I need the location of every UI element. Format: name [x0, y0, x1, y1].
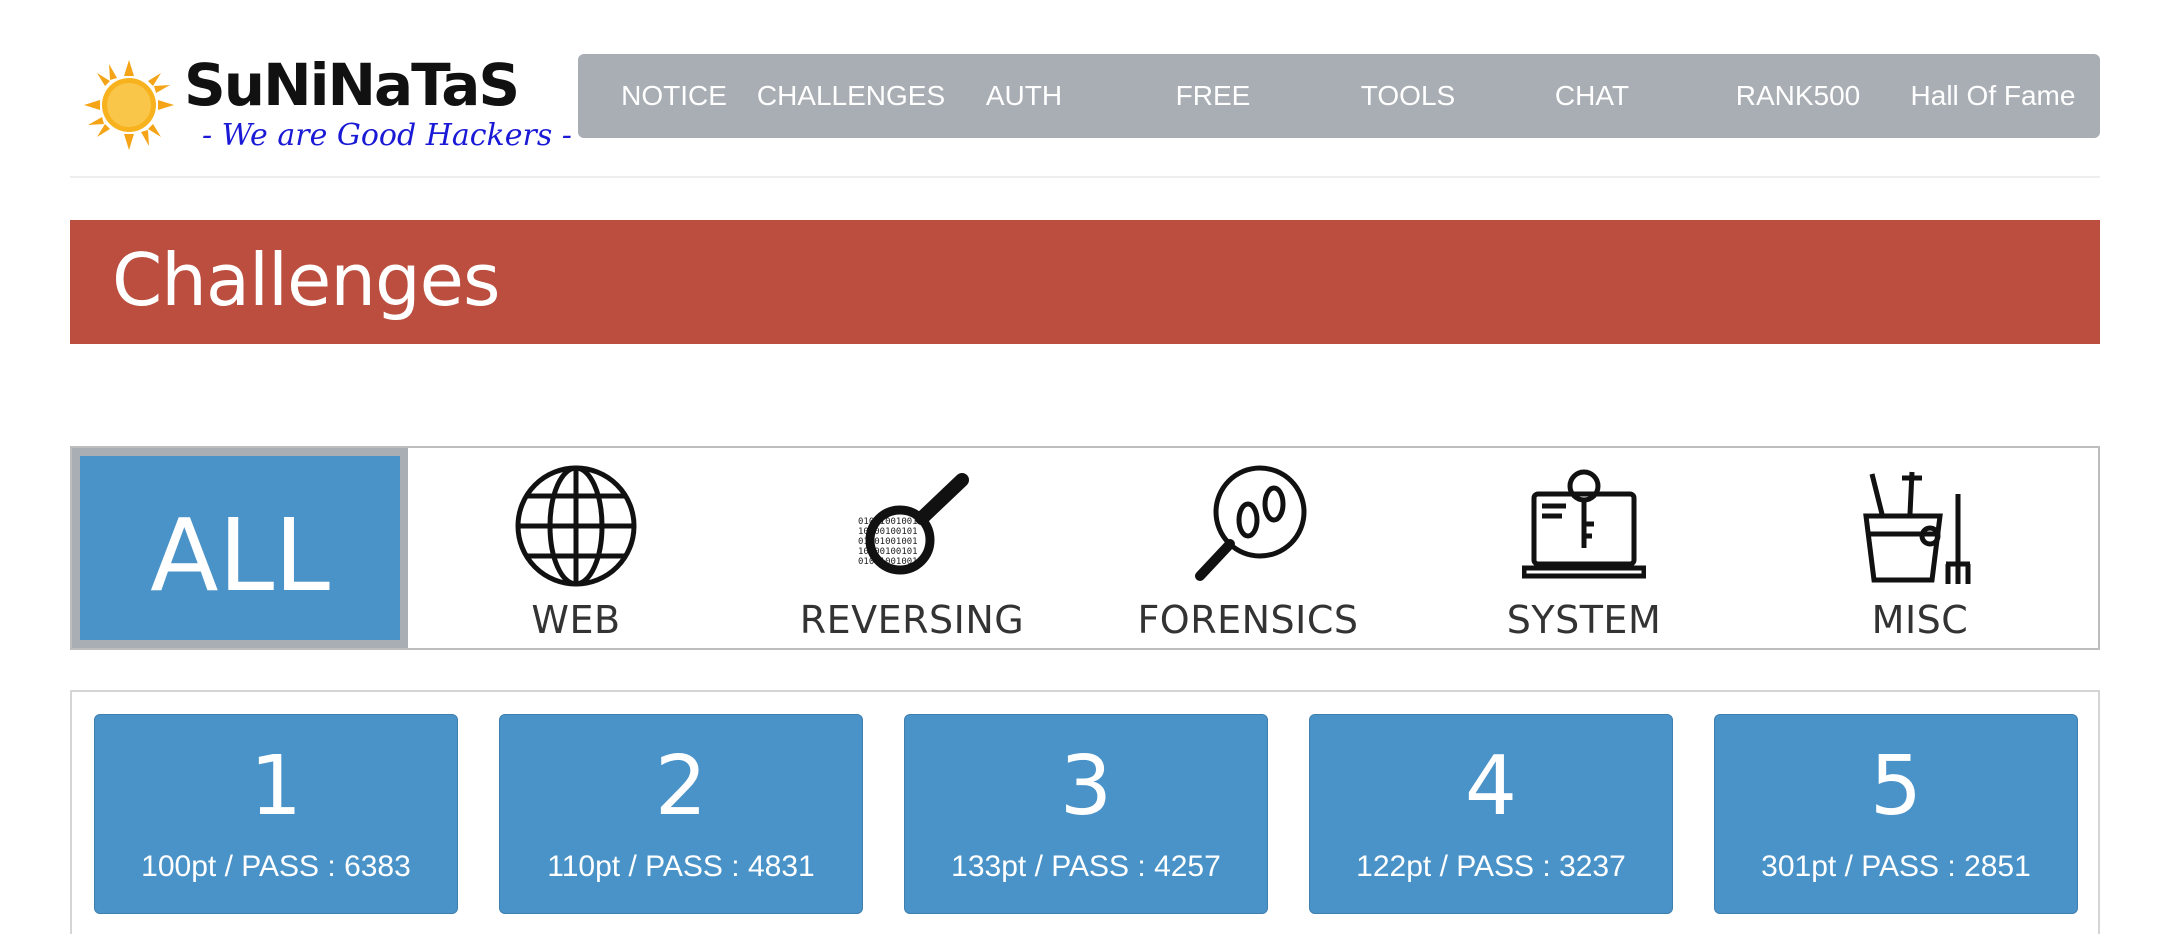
- laptop-key-icon: [1522, 469, 1646, 579]
- challenge-grid: 1 100pt / PASS : 6383 2 110pt / PASS : 4…: [70, 690, 2100, 934]
- challenge-tile-3[interactable]: 3 133pt / PASS : 4257: [904, 714, 1268, 914]
- site-header: SuNiNaTaS - We are Good Hackers - NOTICE…: [70, 42, 2100, 178]
- nav-challenges[interactable]: CHALLENGES: [756, 54, 946, 138]
- challenge-number: 1: [249, 739, 303, 834]
- challenge-tile-1[interactable]: 1 100pt / PASS : 6383: [94, 714, 458, 914]
- challenge-meta: 301pt / PASS : 2851: [1761, 850, 2031, 883]
- category-system-button[interactable]: SYSTEM: [1416, 448, 1752, 648]
- logo-tagline: - We are Good Hackers -: [202, 118, 572, 153]
- nav-notice[interactable]: NOTICE: [614, 54, 734, 138]
- category-all-label: ALL: [80, 456, 400, 640]
- challenge-tile-5[interactable]: 5 301pt / PASS : 2851: [1714, 714, 2078, 914]
- page-title: Challenges: [112, 238, 500, 322]
- nav-hall-of-fame[interactable]: Hall Of Fame: [1898, 54, 2088, 138]
- challenge-number: 5: [1869, 739, 1923, 834]
- main-navbar: NOTICE CHALLENGES AUTH FREE TOOLS CHAT R…: [578, 54, 2100, 138]
- nav-free[interactable]: FREE: [1153, 54, 1273, 138]
- category-forensics-label: FORENSICS: [1137, 598, 1359, 642]
- sun-icon: [84, 60, 174, 150]
- svg-text:01001001001: 01001001001: [858, 517, 918, 527]
- category-reversing-button[interactable]: 01001001001 10100100101 01001001001 1010…: [744, 448, 1080, 648]
- challenge-tile-2[interactable]: 2 110pt / PASS : 4831: [499, 714, 863, 914]
- challenge-number: 3: [1059, 739, 1113, 834]
- challenge-meta: 110pt / PASS : 4831: [547, 850, 815, 883]
- globe-icon: [515, 465, 637, 587]
- category-system-label: SYSTEM: [1506, 598, 1662, 642]
- binary-magnifier-icon: 01001001001 10100100101 01001001001 1010…: [858, 473, 969, 575]
- category-misc-button[interactable]: MISC: [1752, 448, 2088, 648]
- site-logo[interactable]: SuNiNaTaS - We are Good Hackers -: [84, 50, 572, 160]
- footprint-magnifier-icon: [1195, 465, 1307, 581]
- category-reversing-label: REVERSING: [799, 598, 1025, 642]
- nav-tools[interactable]: TOOLS: [1338, 54, 1478, 138]
- category-misc-label: MISC: [1871, 598, 1969, 642]
- category-web-label: WEB: [531, 598, 621, 642]
- challenge-number: 4: [1464, 739, 1518, 834]
- category-filter-bar: ALL WEB 01001001001 10100100101 01001001…: [70, 446, 2100, 650]
- category-forensics-button[interactable]: FORENSICS: [1080, 448, 1416, 648]
- challenge-meta: 133pt / PASS : 4257: [951, 850, 1221, 883]
- nav-auth[interactable]: AUTH: [964, 54, 1084, 138]
- bucket-tools-icon: [1863, 471, 1971, 584]
- nav-rank500[interactable]: RANK500: [1708, 54, 1888, 138]
- nav-chat[interactable]: CHAT: [1532, 54, 1652, 138]
- challenge-tile-4[interactable]: 4 122pt / PASS : 3237: [1309, 714, 1673, 914]
- logo-title: SuNiNaTaS: [184, 51, 520, 119]
- challenge-meta: 100pt / PASS : 6383: [141, 850, 411, 883]
- challenge-number: 2: [654, 739, 708, 834]
- category-web-button[interactable]: WEB: [408, 448, 744, 648]
- category-all-button[interactable]: ALL: [72, 448, 408, 648]
- challenge-meta: 122pt / PASS : 3237: [1356, 850, 1626, 883]
- page-title-banner: Challenges: [70, 220, 2100, 344]
